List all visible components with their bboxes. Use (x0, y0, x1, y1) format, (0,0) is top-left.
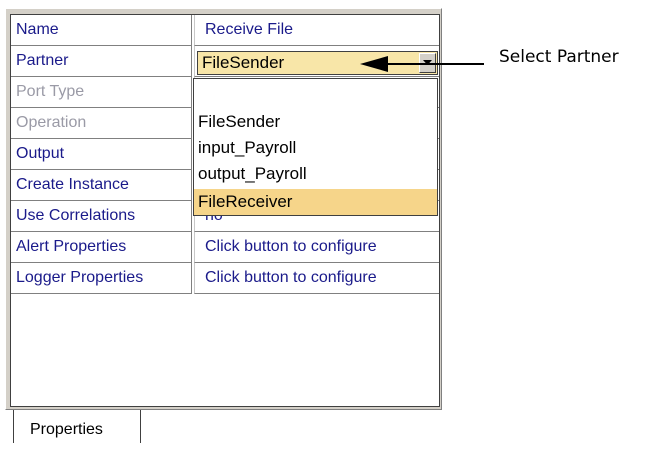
property-label: Partner (11, 46, 192, 77)
dropdown-option-output-payroll[interactable]: output_Payroll (194, 161, 437, 187)
dropdown-option-filesender[interactable]: FileSender (194, 109, 437, 135)
tab-bar: Properties (5, 410, 442, 443)
property-label: Port Type (11, 77, 192, 108)
callout-arrow-icon (360, 56, 484, 72)
property-label: Create Instance (11, 170, 192, 201)
tab-properties[interactable]: Properties (13, 410, 141, 443)
property-label: Use Correlations (11, 201, 192, 232)
property-row-logger-properties[interactable]: Logger Properties Click button to config… (11, 263, 439, 294)
logger-properties-button[interactable]: Click button to configure (194, 263, 439, 294)
property-row-name[interactable]: Name Receive File (11, 15, 439, 46)
dropdown-option-input-payroll[interactable]: input_Payroll (194, 135, 437, 161)
dropdown-option-filereceiver[interactable]: FileReceiver (194, 189, 437, 215)
property-label: Output (11, 139, 192, 170)
alert-properties-button[interactable]: Click button to configure (194, 232, 439, 263)
name-value-field[interactable]: Receive File (194, 15, 439, 46)
callout-label: Select Partner (499, 47, 619, 67)
partner-dropdown-list[interactable]: FileSender input_Payroll output_Payroll … (193, 78, 438, 216)
property-label: Operation (11, 108, 192, 139)
property-label: Alert Properties (11, 232, 192, 263)
property-label: Logger Properties (11, 263, 192, 294)
property-row-alert-properties[interactable]: Alert Properties Click button to configu… (11, 232, 439, 263)
property-label: Name (11, 15, 192, 46)
